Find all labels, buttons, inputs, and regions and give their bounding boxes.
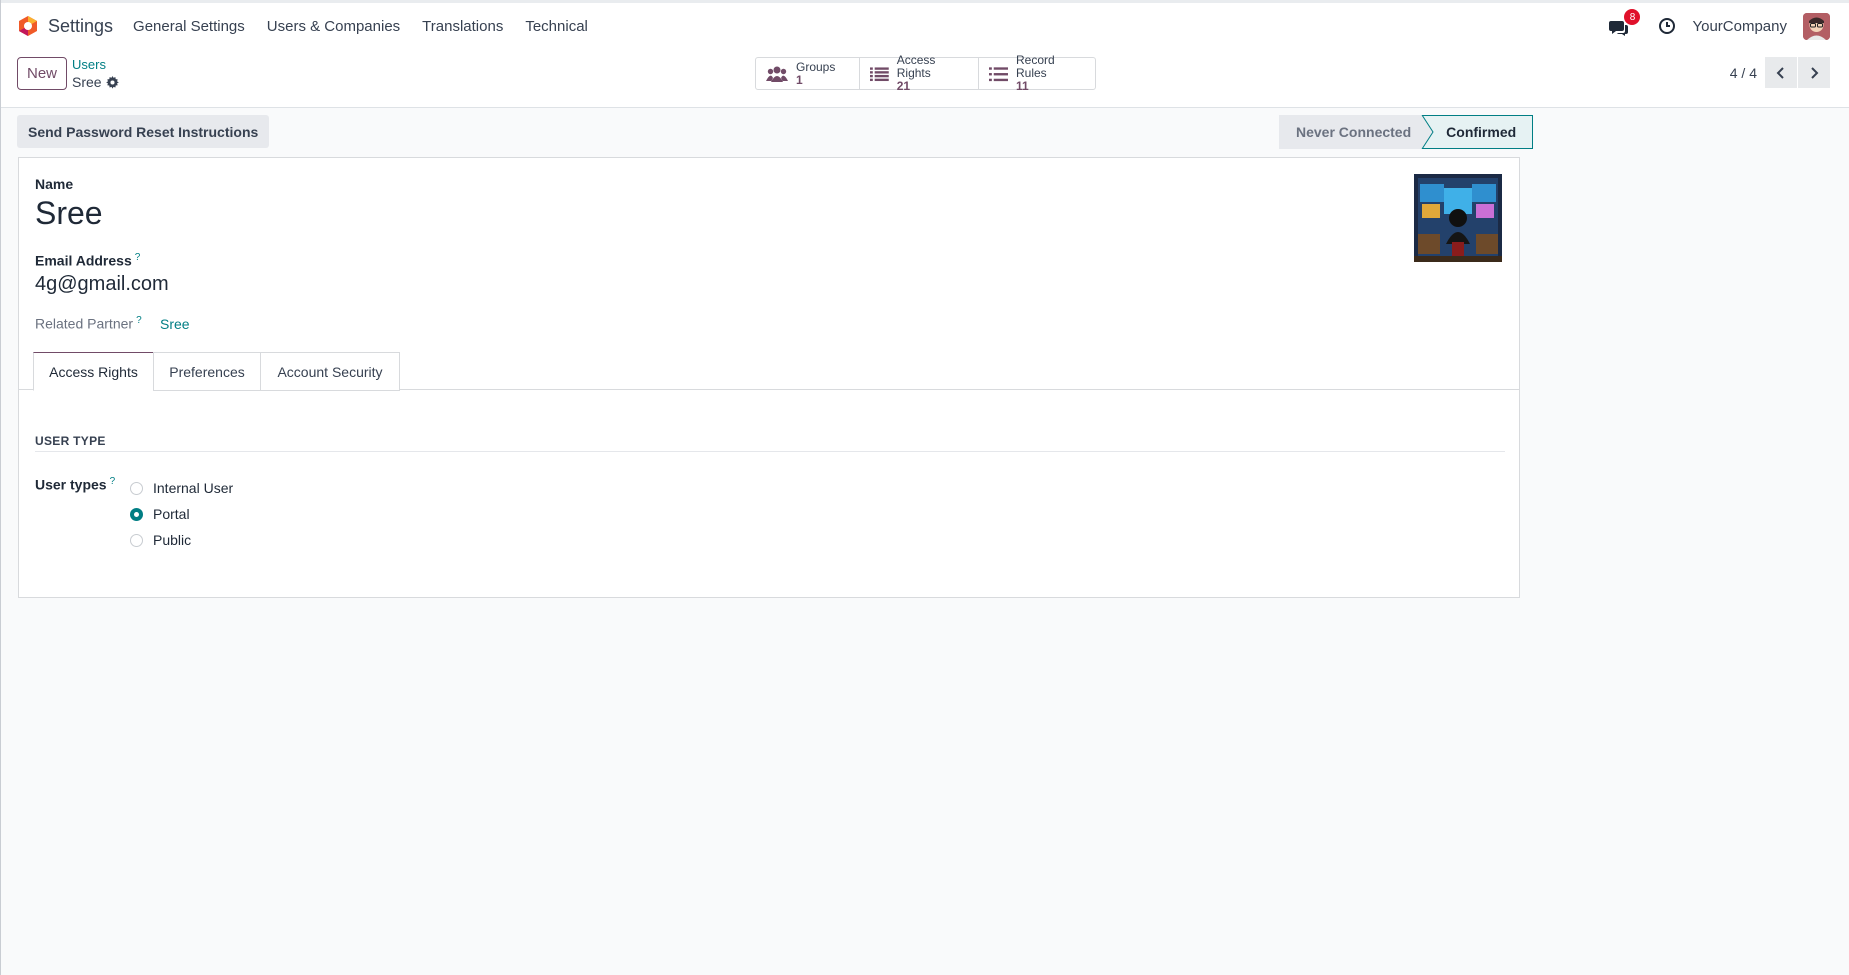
user-avatar[interactable]	[1803, 12, 1830, 40]
list-icon	[870, 66, 889, 81]
chat-badge: 8	[1624, 9, 1641, 25]
radio-internal-user-input[interactable]	[130, 481, 143, 495]
status-never-connected[interactable]: Never Connected	[1279, 115, 1422, 149]
tab-preferences[interactable]: Preferences	[153, 352, 261, 391]
smart-button-record-rules-label: Record Rules	[1015, 53, 1055, 80]
activity-menu[interactable]	[1657, 16, 1677, 36]
related-partner-link[interactable]: Sree	[160, 316, 190, 332]
notebook-tabs: Access Rights Preferences Account Securi…	[19, 352, 1519, 391]
smart-button-access-rights-count: 21	[896, 79, 911, 93]
menu-translations[interactable]: Translations	[422, 18, 503, 35]
navbar-systray: 8 YourCompany	[1607, 3, 1849, 49]
user-types-label-text: User types	[35, 476, 107, 493]
smart-button-access-rights[interactable]: Access Rights 21	[860, 54, 979, 93]
related-partner-label: Related Partner?	[35, 315, 142, 332]
breadcrumb: Users Sree	[72, 57, 119, 91]
email-label: Email Address?	[35, 252, 140, 269]
smart-button-record-rules-count: 11	[1015, 79, 1029, 93]
tab-account-security[interactable]: Account Security	[260, 352, 400, 391]
status-confirmed[interactable]: Confirmed	[1421, 115, 1534, 149]
smart-button-groups-label: Groups	[796, 59, 836, 74]
list-icon	[989, 66, 1008, 81]
partner-help-icon[interactable]: ?	[136, 315, 142, 326]
smart-button-groups-count: 1	[796, 72, 803, 87]
radio-public-input[interactable]	[130, 533, 143, 547]
clock-icon	[1659, 18, 1676, 34]
app-brand[interactable]: Settings	[17, 15, 133, 37]
breadcrumb-current-label: Sree	[72, 74, 102, 90]
menu-general-settings[interactable]: General Settings	[133, 18, 245, 35]
smart-button-access-rights-label: Access Rights	[896, 53, 936, 80]
radio-public-label[interactable]: Public	[153, 532, 191, 548]
radio-portal-input[interactable]	[130, 507, 143, 521]
related-partner-label-text: Related Partner	[35, 315, 134, 332]
app-name: Settings	[48, 15, 114, 36]
messaging-menu[interactable]: 8	[1607, 9, 1641, 38]
pager-value[interactable]: 4 / 4	[1730, 65, 1757, 81]
top-navbar: Settings General Settings Users & Compan…	[1, 3, 1849, 49]
user-avatar-image-icon	[1803, 12, 1830, 40]
form-sheet: Name Sree Email Address? 4g@gmail.com Re…	[18, 157, 1520, 598]
radio-internal-user-label[interactable]: Internal User	[153, 480, 233, 496]
status-arrow-icon	[1421, 115, 1434, 149]
radio-portal[interactable]: Portal	[130, 501, 233, 527]
radio-internal-user[interactable]: Internal User	[130, 475, 233, 501]
pager: 4 / 4	[1730, 57, 1849, 88]
smart-button-groups[interactable]: Groups 1	[756, 58, 860, 89]
user-type-radio-group: Internal User Portal Public	[130, 475, 233, 553]
pager-previous-button[interactable]	[1765, 57, 1797, 88]
smart-button-record-rules[interactable]: Record Rules 11	[979, 54, 1095, 93]
radio-public[interactable]: Public	[130, 527, 233, 553]
new-button[interactable]: New	[17, 57, 67, 90]
chevron-left-icon	[1776, 66, 1784, 79]
tab-access-rights[interactable]: Access Rights	[33, 352, 154, 391]
company-switcher[interactable]: YourCompany	[1692, 18, 1787, 35]
email-help-icon[interactable]: ?	[135, 252, 141, 263]
send-password-reset-button[interactable]: Send Password Reset Instructions	[17, 115, 270, 148]
status-confirmed-label: Confirmed	[1446, 124, 1517, 140]
name-field[interactable]: Sree	[35, 195, 103, 232]
control-panel: New Users Sree Groups 1 Access Rights 21…	[1, 49, 1849, 108]
user-photo-image-icon	[1414, 174, 1502, 262]
menu-technical[interactable]: Technical	[525, 18, 588, 35]
smart-buttons: Groups 1 Access Rights 21 Record Rules 1…	[755, 54, 1096, 93]
menu-users-companies[interactable]: Users & Companies	[267, 18, 400, 35]
radio-portal-label[interactable]: Portal	[153, 506, 190, 522]
user-types-label: User types?	[35, 476, 115, 493]
breadcrumb-current: Sree	[72, 73, 119, 91]
users-icon	[766, 66, 788, 82]
user-types-help-icon[interactable]: ?	[110, 476, 116, 487]
user-photo[interactable]	[1414, 174, 1502, 262]
email-label-text: Email Address	[35, 252, 132, 269]
odoo-logo-icon	[19, 16, 37, 36]
gear-icon[interactable]	[105, 75, 119, 89]
breadcrumb-users-link[interactable]: Users	[72, 57, 119, 73]
section-user-type: USER TYPE	[35, 434, 1505, 452]
status-bar: Never Connected Confirmed	[1279, 115, 1534, 149]
email-field[interactable]: 4g@gmail.com	[35, 273, 169, 296]
chevron-right-icon	[1811, 66, 1819, 79]
name-label: Name	[35, 176, 74, 192]
pager-next-button[interactable]	[1798, 57, 1830, 88]
